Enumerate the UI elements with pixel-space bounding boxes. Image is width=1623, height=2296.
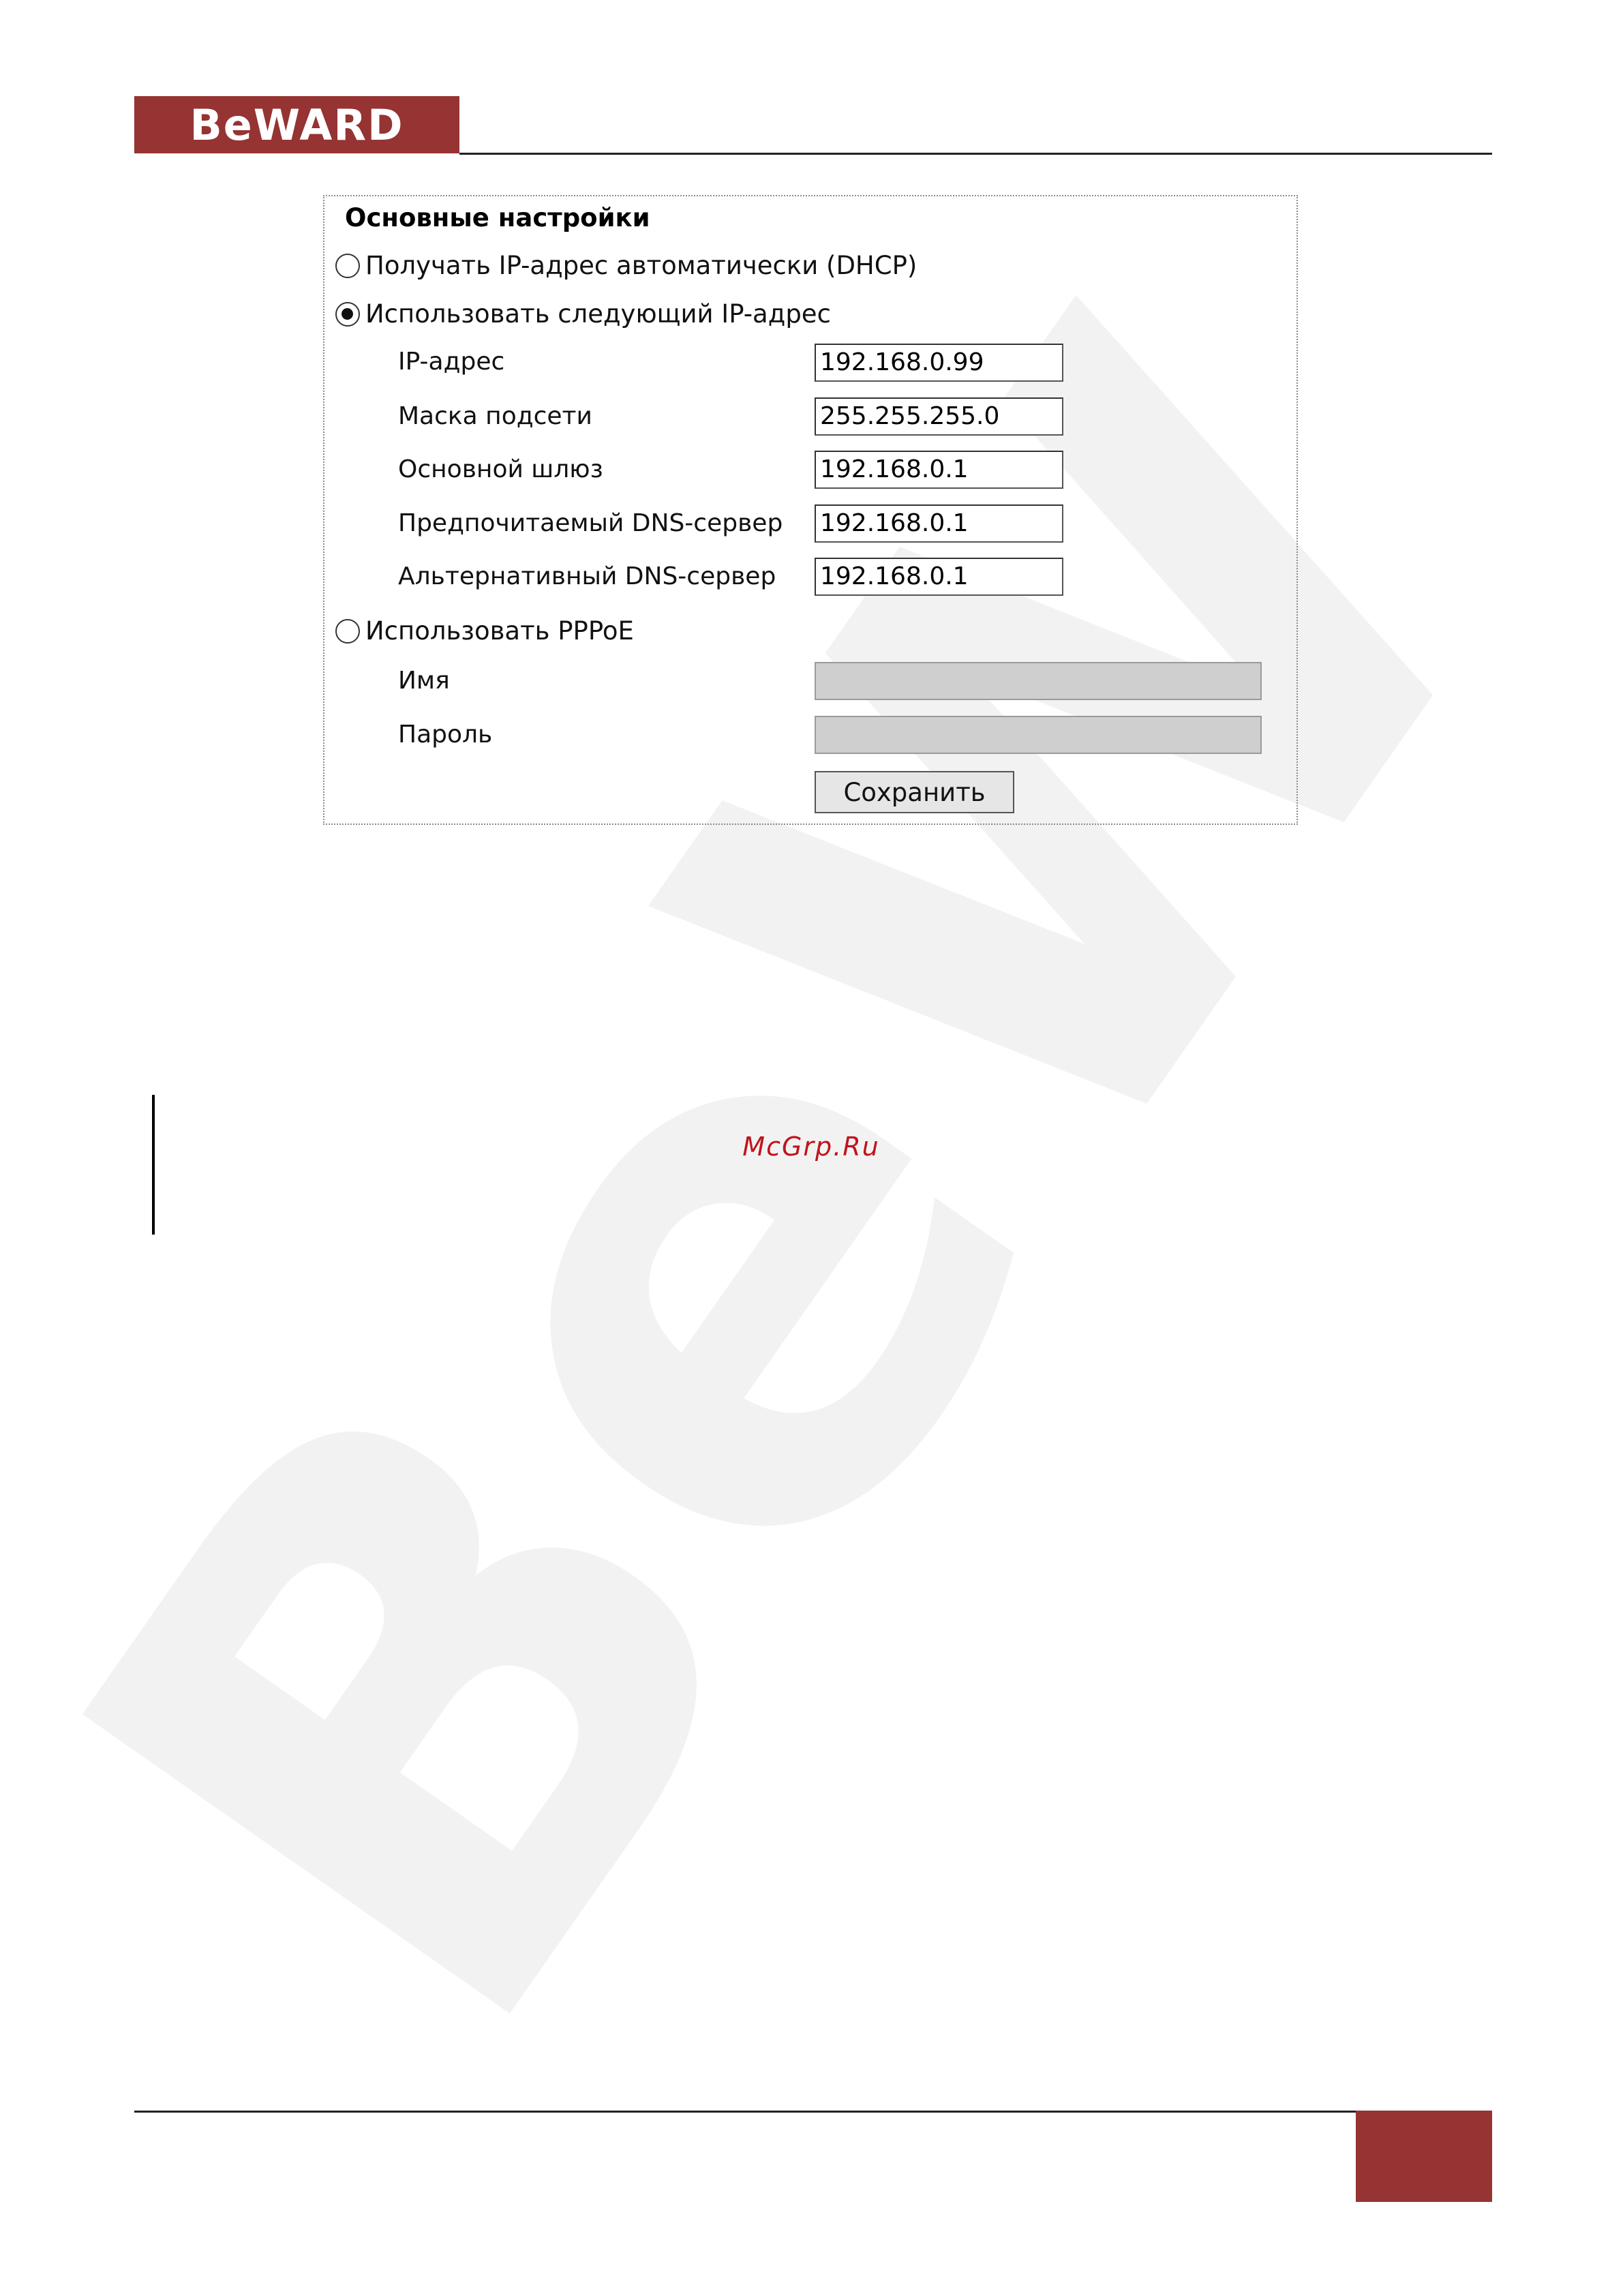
header-rule [459,153,1492,155]
preferred-dns-label: Предпочитаемый DNS-сервер [398,509,783,537]
radio-static-ip-label: Использовать следующий IP-адрес [365,299,831,329]
radio-static-ip[interactable]: Использовать следующий IP-адрес [335,299,831,329]
site-link[interactable]: McGrp.Ru [702,1132,920,1162]
subnet-mask-input[interactable]: 255.255.255.0 [815,397,1063,436]
gateway-input[interactable]: 192.168.0.1 [815,451,1063,489]
radio-circle[interactable] [335,618,360,644]
ip-address-label: IP-адрес [398,348,505,376]
panel-title: Основные настройки [345,203,650,232]
radio-circle[interactable] [335,253,360,278]
pppoe-password-input[interactable] [815,716,1262,754]
footer-rule [134,2111,1356,2113]
radio-pppoe[interactable]: Использовать PPPoE [335,616,634,646]
radio-circle-checked[interactable] [335,301,360,327]
pppoe-name-label: Имя [398,667,450,695]
change-bar [152,1095,155,1235]
ip-address-input[interactable]: 192.168.0.99 [815,344,1063,382]
beward-logo: BeWARD [134,96,459,153]
radio-pppoe-label: Использовать PPPoE [365,616,634,646]
logo-text: BeWARD [189,100,404,150]
pppoe-password-label: Пароль [398,721,493,749]
preferred-dns-input[interactable]: 192.168.0.1 [815,504,1063,543]
alternate-dns-input[interactable]: 192.168.0.1 [815,558,1063,596]
radio-dhcp[interactable]: Получать IP-адрес автоматически (DHCP) [335,251,917,280]
save-button[interactable]: Сохранить [815,771,1014,813]
page-number-block [1356,2111,1492,2202]
subnet-mask-label: Маска подсети [398,402,592,430]
alternate-dns-label: Альтернативный DNS-сервер [398,562,776,590]
radio-dhcp-label: Получать IP-адрес автоматически (DHCP) [365,251,917,280]
gateway-label: Основной шлюз [398,455,603,483]
pppoe-name-input[interactable] [815,662,1262,700]
network-settings-panel: Основные настройки Получать IP-адрес авт… [323,195,1298,825]
